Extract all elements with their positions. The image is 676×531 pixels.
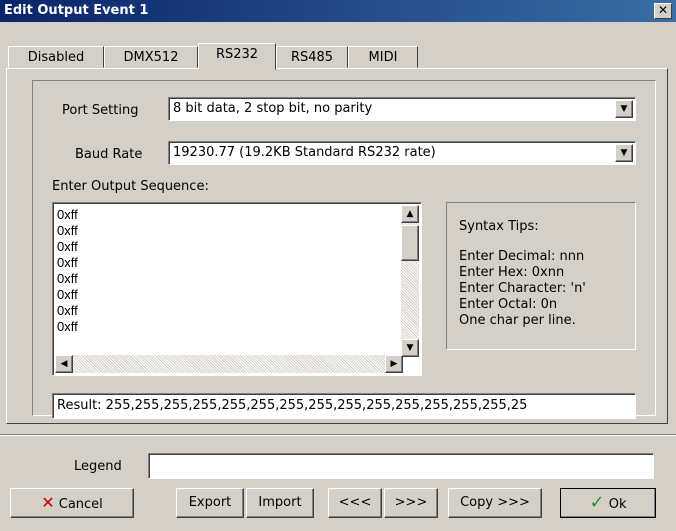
syntax-tips-title: Syntax Tips: (459, 219, 539, 234)
separator (0, 434, 676, 436)
tab-dmx512[interactable]: DMX512 (104, 46, 198, 68)
tab-label: MIDI (368, 50, 398, 65)
import-button[interactable]: Import (246, 488, 314, 518)
scroll-left-icon[interactable]: ◀ (55, 355, 73, 373)
scroll-right-icon[interactable]: ▶ (385, 355, 403, 373)
tab-disabled[interactable]: Disabled (8, 46, 104, 68)
tab-rs232[interactable]: RS232 (198, 43, 276, 70)
baud-rate-label: Baud Rate (75, 147, 143, 162)
export-button-label: Export (188, 495, 232, 510)
next-button[interactable]: >>> (384, 488, 438, 518)
title-bar: Edit Output Event 1 ✕ (0, 0, 676, 22)
cancel-button[interactable]: ✕ Cancel (10, 488, 134, 518)
sequence-line: 0xff (57, 239, 78, 254)
sequence-line: 0xff (57, 207, 78, 222)
sequence-line: 0xff (57, 303, 78, 318)
ok-button[interactable]: ✓ Ok (560, 488, 656, 518)
cancel-icon: ✕ (41, 493, 55, 512)
copy-button[interactable]: Copy >>> (448, 488, 542, 518)
tab-label: RS485 (290, 50, 334, 65)
tab-rs485[interactable]: RS485 (276, 46, 348, 68)
sequence-line: 0xff (57, 287, 78, 302)
sequence-lines: 0xff 0xff 0xff 0xff 0xff 0xff 0xff 0xff (57, 207, 78, 335)
syntax-tip-line: Enter Octal: 0n (459, 297, 558, 312)
dropdown-arrow-icon[interactable]: ▼ (615, 100, 633, 118)
horizontal-scrollbar[interactable]: ◀ ▶ (55, 355, 403, 373)
close-icon[interactable]: ✕ (654, 3, 672, 19)
sequence-textarea[interactable]: 0xff 0xff 0xff 0xff 0xff 0xff 0xff 0xff … (52, 202, 422, 376)
sequence-line: 0xff (57, 271, 78, 286)
sequence-line: 0xff (57, 223, 78, 238)
scroll-down-icon[interactable]: ▼ (401, 339, 419, 357)
tab-label: Disabled (27, 50, 85, 65)
ok-check-icon: ✓ (589, 492, 605, 513)
syntax-tip-line: Enter Character: 'n' (459, 281, 586, 296)
baud-rate-select[interactable]: 19230.77 (19.2KB Standard RS232 rate) ▼ (168, 141, 636, 165)
sequence-label: Enter Output Sequence: (52, 179, 209, 194)
sequence-line: 0xff (57, 255, 78, 270)
ok-button-label: Ok (608, 497, 627, 512)
syntax-tip-line: Enter Decimal: nnn (459, 249, 585, 264)
export-button[interactable]: Export (176, 488, 244, 518)
cancel-button-label: Cancel (58, 497, 103, 512)
next-button-label: >>> (394, 495, 428, 510)
syntax-tip-line: One char per line. (459, 313, 576, 328)
syntax-tip-line: Enter Hex: 0xnn (459, 265, 565, 280)
dropdown-arrow-icon[interactable]: ▼ (615, 144, 633, 162)
legend-input[interactable] (148, 453, 654, 479)
previous-button[interactable]: <<< (328, 488, 382, 518)
port-setting-value: 8 bit data, 2 stop bit, no parity (173, 101, 373, 116)
scroll-thumb[interactable] (401, 225, 419, 261)
port-setting-select[interactable]: 8 bit data, 2 stop bit, no parity ▼ (168, 97, 636, 121)
window-title: Edit Output Event 1 (4, 3, 149, 18)
legend-label: Legend (74, 459, 122, 474)
previous-button-label: <<< (338, 495, 372, 510)
syntax-tips-panel: Syntax Tips: Enter Decimal: nnn Enter He… (446, 202, 636, 350)
baud-rate-value: 19230.77 (19.2KB Standard RS232 rate) (173, 145, 436, 160)
scroll-up-icon[interactable]: ▲ (401, 205, 419, 223)
vertical-scrollbar[interactable]: ▲ ▼ (401, 205, 419, 357)
copy-button-label: Copy >>> (460, 495, 530, 510)
result-text: Result: 255,255,255,255,255,255,255,255,… (57, 398, 528, 413)
port-setting-label: Port Setting (62, 103, 139, 118)
tab-midi[interactable]: MIDI (348, 46, 418, 68)
sequence-line: 0xff (57, 319, 78, 334)
tab-label: RS232 (215, 47, 259, 62)
import-button-label: Import (258, 495, 302, 510)
result-field: Result: 255,255,255,255,255,255,255,255,… (52, 393, 636, 419)
tab-label: DMX512 (123, 50, 179, 65)
